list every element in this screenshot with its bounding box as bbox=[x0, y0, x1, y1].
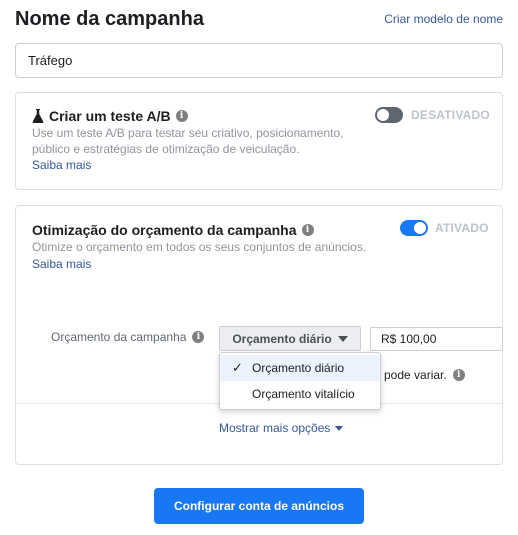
page-title: Nome da campanha bbox=[15, 8, 204, 30]
budget-label: Orçamento da campanha i bbox=[51, 330, 205, 344]
caret-down-icon bbox=[337, 335, 348, 342]
info-icon[interactable]: i bbox=[175, 110, 188, 122]
toggle-knob bbox=[377, 109, 389, 121]
cbo-title: Otimização do orçamento da campanha i bbox=[32, 222, 314, 238]
budget-label-text: Orçamento da campanha bbox=[51, 330, 187, 344]
budget-amount-input[interactable] bbox=[370, 327, 503, 351]
toggle-knob bbox=[414, 222, 426, 234]
info-icon[interactable]: i bbox=[452, 369, 465, 381]
caret-down-icon bbox=[335, 425, 344, 431]
budget-type-dropdown[interactable]: Orçamento diário bbox=[219, 326, 361, 351]
cbo-toggle-label: ATIVADO bbox=[435, 221, 489, 235]
menu-item-lifetime-budget[interactable]: Orçamento vitalício bbox=[220, 381, 380, 407]
cbo-toggle[interactable] bbox=[400, 220, 428, 236]
ab-test-toggle-label: DESATIVADO bbox=[411, 108, 490, 122]
cbo-title-text: Otimização do orçamento da campanha bbox=[32, 222, 297, 238]
ab-test-title-text: Criar um teste A/B bbox=[49, 108, 171, 124]
setup-ad-account-button[interactable]: Configurar conta de anúncios bbox=[154, 488, 364, 524]
create-name-template-link[interactable]: Criar modelo de nome bbox=[384, 12, 503, 26]
ab-test-card: Criar um teste A/B i Use um teste A/B pa… bbox=[15, 92, 503, 190]
ab-test-learn-more-link[interactable]: Saiba mais bbox=[32, 158, 91, 172]
check-icon: ✓ bbox=[232, 360, 243, 375]
menu-item-label: Orçamento diário bbox=[252, 361, 345, 375]
cbo-description: Otimize o orçamento em todos os seus con… bbox=[32, 240, 367, 254]
show-more-options-link[interactable]: Mostrar mais opções bbox=[219, 421, 344, 435]
budget-note: pode variar. i bbox=[384, 368, 465, 382]
info-icon[interactable]: i bbox=[192, 331, 205, 343]
ab-test-title: Criar um teste A/B i bbox=[32, 108, 188, 124]
budget-type-menu: ✓ Orçamento diário Orçamento vitalício bbox=[219, 352, 381, 410]
budget-type-selected: Orçamento diário bbox=[232, 331, 332, 346]
show-more-label: Mostrar mais opções bbox=[219, 421, 331, 435]
ab-test-toggle[interactable] bbox=[375, 107, 403, 123]
flask-icon bbox=[32, 109, 44, 123]
menu-item-daily-budget[interactable]: ✓ Orçamento diário bbox=[220, 355, 380, 381]
ab-test-description: Use um teste A/B para testar seu criativ… bbox=[32, 126, 344, 156]
budget-note-text: pode variar. bbox=[384, 368, 447, 382]
cbo-learn-more-link[interactable]: Saiba mais bbox=[32, 257, 91, 271]
campaign-name-input[interactable] bbox=[15, 43, 503, 78]
info-icon[interactable]: i bbox=[301, 224, 314, 236]
menu-item-label: Orçamento vitalício bbox=[252, 387, 355, 401]
